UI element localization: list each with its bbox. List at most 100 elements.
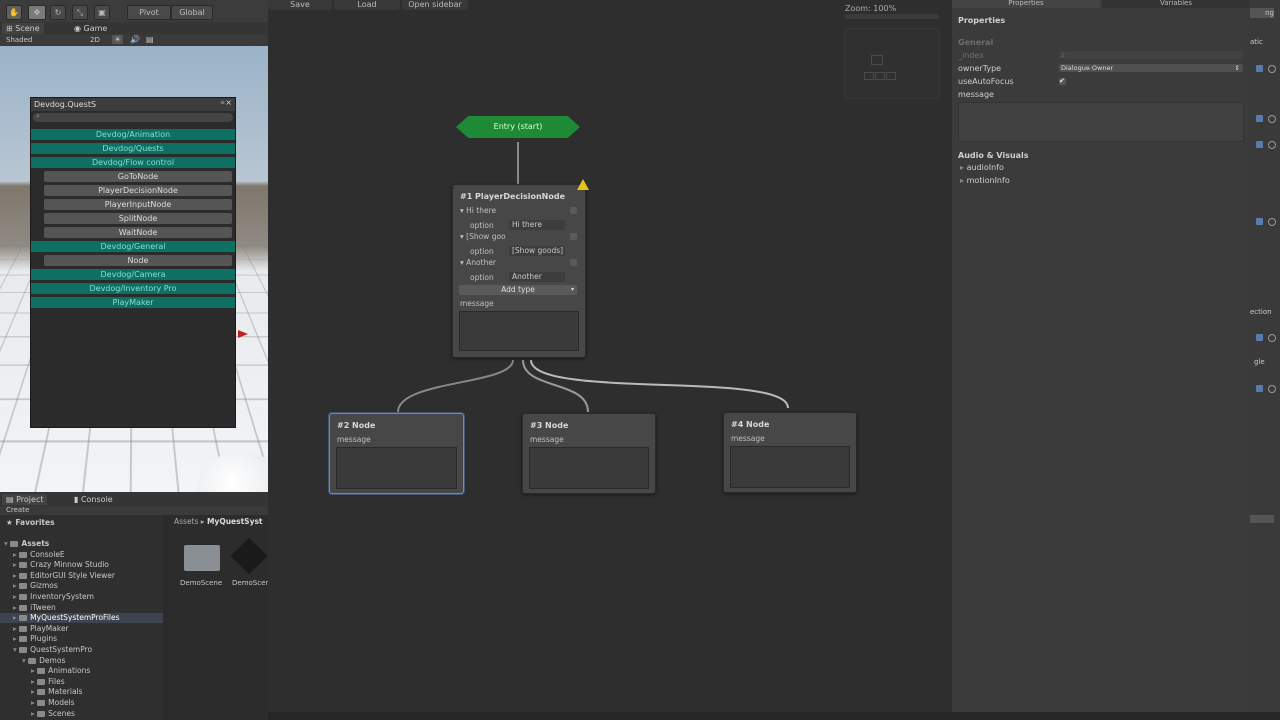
node-search-input[interactable]: ⌕	[33, 112, 233, 122]
scale-tool-button[interactable]: ⤡	[72, 5, 88, 20]
rotate-tool-button[interactable]: ↻	[50, 5, 66, 20]
gizmo-arrow-icon[interactable]	[238, 330, 248, 338]
breadcrumb-root[interactable]: Assets	[174, 517, 198, 526]
tree-item[interactable]: ▸ MyQuestSystemProFiles	[0, 613, 163, 624]
layout-dropdown[interactable]: ng	[1250, 8, 1274, 18]
tree-item[interactable]: ▸ Files	[0, 677, 163, 687]
remove-option-icon[interactable]	[570, 259, 577, 266]
option-header[interactable]: ▾ Hi there	[460, 206, 496, 215]
tree-item[interactable]: ▸ Gizmos	[0, 581, 163, 591]
node-2[interactable]: #2 Node message	[329, 413, 464, 494]
tree-item[interactable]: ▸ EditorGUI Style Viewer	[0, 571, 163, 581]
create-dropdown[interactable]: Create	[6, 506, 29, 514]
breadcrumb-current[interactable]: MyQuestSyst	[207, 517, 263, 526]
node-category[interactable]: Devdog/Flow control	[31, 157, 235, 168]
node-type-button[interactable]: PlayerInputNode	[44, 199, 232, 210]
remove-option-icon[interactable]	[570, 233, 577, 240]
tree-item[interactable]: ▸ Plugins	[0, 634, 163, 644]
tree-item-label: Models	[48, 698, 75, 707]
tree-item[interactable]: ▾ QuestSystemPro	[0, 645, 163, 655]
gear-icon[interactable]	[1268, 141, 1276, 149]
tree-item[interactable]: ▾ Assets	[0, 539, 163, 549]
2d-toggle[interactable]: 2D	[90, 36, 100, 44]
static-toggle-label[interactable]: atic	[1250, 38, 1263, 46]
asset-demoscen-unity[interactable]	[230, 537, 268, 575]
motion-info-foldout[interactable]: ▸ motionInfo	[960, 176, 1010, 185]
node-category[interactable]: Devdog/Inventory Pro	[31, 283, 235, 294]
node-category[interactable]: Devdog/General	[31, 241, 235, 252]
effects-icon[interactable]: ▤	[146, 35, 154, 44]
node-3[interactable]: #3 Node message	[522, 413, 656, 494]
tab-properties[interactable]: Properties	[952, 0, 1100, 8]
tree-item-label: Animations	[48, 666, 91, 676]
tab-project[interactable]: ▤ Project	[2, 494, 48, 505]
tree-item[interactable]: ▸ ConsoleE	[0, 550, 163, 560]
option-header[interactable]: ▾ Another	[460, 258, 496, 267]
project-tree: ★ Favorites ▾ Assets ▸ ConsoleE ▸ Crazy Mi…	[0, 515, 163, 720]
gear-icon[interactable]	[1268, 218, 1276, 226]
node-editor[interactable]: Save Load Open sidebar Zoom: 100% Entry …	[268, 0, 952, 712]
message-field[interactable]	[459, 311, 579, 351]
tree-item[interactable]: ▸ Models	[0, 698, 163, 708]
message-field[interactable]	[529, 447, 649, 489]
use-auto-focus-checkbox[interactable]: ✔	[1059, 78, 1066, 85]
node-category[interactable]: Devdog/Animation	[31, 129, 235, 140]
node-category[interactable]: Devdog/Quests	[31, 143, 235, 154]
tab-console[interactable]: ▮ Console	[70, 494, 117, 505]
rect-tool-button[interactable]: ▣	[94, 5, 110, 20]
audio-info-foldout[interactable]: ▸ audioInfo	[960, 163, 1004, 172]
tree-item[interactable]: ▸ InventorySystem	[0, 592, 163, 602]
tree-item[interactable]: ▸ PlayMaker	[0, 624, 163, 634]
tab-scene[interactable]: ⊞ Scene	[2, 23, 44, 34]
node-type-button[interactable]: SplitNode	[44, 213, 232, 224]
gear-icon[interactable]	[1268, 115, 1276, 123]
gear-icon[interactable]	[1268, 65, 1276, 73]
component-icon	[1256, 115, 1263, 122]
close-icon[interactable]: ×	[225, 98, 232, 107]
option-field[interactable]: Hi there	[509, 220, 565, 230]
node-type-button[interactable]: Node	[44, 255, 232, 266]
asset-demoscene[interactable]	[184, 541, 220, 571]
node-category[interactable]: Devdog/Camera	[31, 269, 235, 280]
tree-item[interactable]: ▸ Scenes	[0, 709, 163, 719]
gear-icon[interactable]	[1268, 334, 1276, 342]
hand-tool-button[interactable]: ✋	[6, 5, 22, 20]
add-component-button[interactable]	[1250, 515, 1274, 523]
message-label: message	[337, 435, 371, 444]
gear-icon[interactable]	[1268, 385, 1276, 393]
option-field[interactable]: [Show goods]	[509, 246, 565, 256]
option-field[interactable]: Another	[509, 272, 565, 282]
remove-option-icon[interactable]	[570, 207, 577, 214]
node-4[interactable]: #4 Node message	[723, 412, 857, 493]
asset-label: DemoScene	[180, 579, 223, 587]
message-field[interactable]	[730, 446, 850, 488]
folder-icon	[28, 657, 37, 664]
node-category[interactable]: PlayMaker	[31, 297, 235, 308]
window-menu-icon[interactable]: ≡	[220, 99, 225, 106]
audio-icon[interactable]: 🔊	[130, 35, 140, 44]
pivot-toggle[interactable]: Pivot	[127, 5, 171, 20]
tree-item[interactable]: ▸ Crazy Minnow Studio	[0, 560, 163, 570]
message-field[interactable]	[336, 447, 457, 489]
tree-item[interactable]: ▸ Animations	[0, 666, 163, 676]
add-type-button[interactable]: Add type ▾	[459, 285, 577, 295]
global-toggle[interactable]: Global	[171, 5, 213, 20]
tree-item[interactable]: ▸ Materials	[0, 687, 163, 697]
node-type-button[interactable]: PlayerDecisionNode	[44, 185, 232, 196]
favorites-item[interactable]: ★ Favorites	[6, 518, 55, 528]
tab-game[interactable]: ◉ Game	[70, 23, 111, 34]
player-decision-node[interactable]: #1 PlayerDecisionNode ▾ Hi there option …	[452, 179, 589, 358]
tree-item[interactable]: ▾ Demos	[0, 656, 163, 666]
entry-node[interactable]: Entry (start)	[456, 116, 580, 138]
move-tool-button[interactable]: ✥	[28, 5, 46, 20]
node-type-button[interactable]: GoToNode	[44, 171, 232, 182]
tree-item[interactable]: ▸ iTween	[0, 603, 163, 613]
lighting-icon[interactable]: ☀	[112, 35, 124, 44]
tab-variables[interactable]: Variables	[1102, 0, 1250, 8]
node-type-button[interactable]: WaitNode	[44, 227, 232, 238]
option-header[interactable]: ▾ [Show goo	[460, 232, 506, 241]
shading-dropdown[interactable]: Shaded	[6, 36, 32, 44]
index-label: _index	[958, 51, 984, 60]
owner-type-dropdown[interactable]: Dialogue Owner ⇕	[1059, 64, 1243, 72]
message-textarea[interactable]	[958, 102, 1244, 142]
